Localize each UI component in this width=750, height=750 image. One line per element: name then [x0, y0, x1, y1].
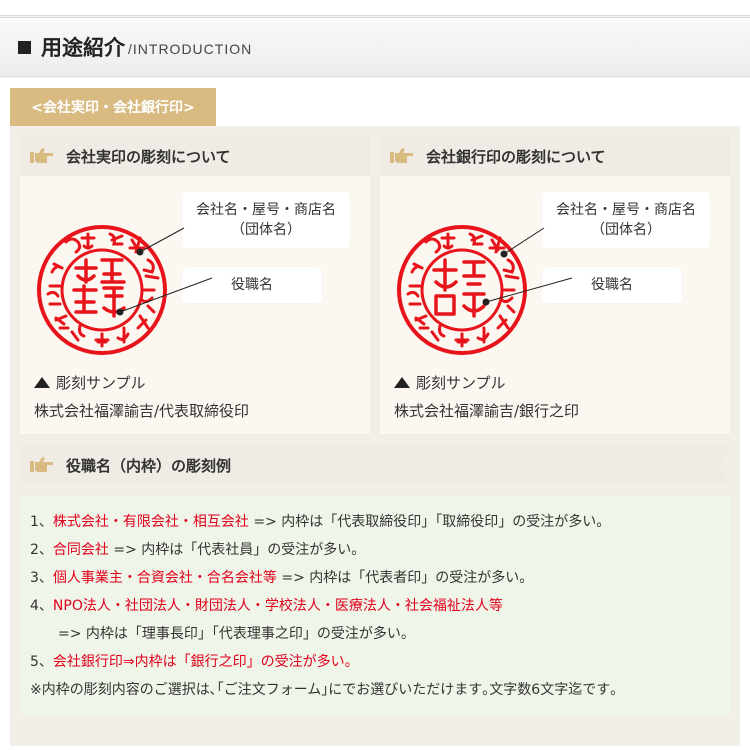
callout-position-title: 役職名: [542, 267, 682, 303]
callout-company-name: 会社名・屋号・商店名 （団体名）: [542, 192, 710, 248]
list-text: => 内枠は「代表取締役印」「取締役印」の受注が多い。: [248, 514, 611, 530]
section-heading-inner-frame: 役職名（内枠）の彫刻例: [20, 446, 730, 484]
pointing-hand-icon: [30, 457, 53, 472]
list-item-continuation: => 内枠は「理事長印」「代表理事之印」の受注が多い。: [58, 626, 415, 642]
list-number: 1、: [30, 514, 53, 530]
list-number: 3、: [30, 570, 53, 586]
list-number: 5、: [30, 654, 53, 670]
tab-company-seal[interactable]: <会社実印・会社銀行印>: [10, 88, 216, 126]
card-company-seal: 会社実印の彫刻について 会社名・屋号・商店名 （団体名） 役職名 彫刻サンプル …: [20, 136, 370, 434]
pointing-hand-icon: [30, 148, 53, 163]
pointing-hand-icon: [390, 148, 413, 163]
list-number: 4、: [30, 598, 53, 614]
list-item: 3、個人事業主・合資会社・合名会社等 => 内枠は「代表者印」の受注が多い。: [30, 564, 730, 592]
content-area: <会社実印・会社銀行印> 会社実印の彫刻について 会社名・屋号・商店名 （団体名…: [0, 78, 750, 750]
sample-label-text: 彫刻サンプル: [416, 374, 506, 392]
highlight-text: 株式会社・有限会社・相互会社: [52, 514, 249, 530]
sample-label: 彫刻サンプル: [394, 372, 506, 393]
highlight-text: 会社銀行印⇒内枠は「銀行之印」の受注が多い。: [52, 654, 359, 670]
card-title: 会社銀行印の彫刻について: [426, 147, 606, 166]
engraving-example-list: 1、株式会社・有限会社・相互会社 => 内枠は「代表取締役印」「取締役印」の受注…: [20, 496, 730, 714]
callout-text: （団体名）: [231, 222, 301, 238]
card-bank-seal: 会社銀行印の彫刻について 会社名・屋号・商店名 （団体名） 役職名 彫刻サンプル…: [380, 136, 730, 434]
list-text: => 内枠は「代表社員」の受注が多い。: [108, 542, 366, 558]
seal-sample-image: [37, 225, 167, 355]
list-item: 2、合同会社 => 内枠は「代表社員」の受注が多い。: [30, 536, 730, 564]
card-header: 会社実印の彫刻について: [20, 136, 370, 176]
card-header: 会社銀行印の彫刻について: [380, 136, 730, 176]
callout-company-name: 会社名・屋号・商店名 （団体名）: [182, 192, 350, 248]
list-number: 2、: [30, 542, 53, 558]
sample-caption: 株式会社福澤諭吉/代表取締役印: [34, 402, 250, 420]
highlight-text: 合同会社: [52, 542, 109, 558]
callout-position-title: 役職名: [182, 267, 322, 303]
list-text: => 内枠は「代表者印」の受注が多い。: [276, 570, 534, 586]
sample-label-text: 彫刻サンプル: [56, 374, 146, 392]
page-subtitle: /INTRODUCTION: [128, 41, 253, 57]
callout-text: （団体名）: [591, 222, 661, 238]
list-item: 5、会社銀行印⇒内枠は「銀行之印」の受注が多い。: [30, 648, 730, 676]
top-strip: [0, 0, 750, 16]
triangle-up-icon: [394, 377, 410, 388]
callout-text: 会社名・屋号・商店名: [196, 202, 336, 218]
list-item: 1、株式会社・有限会社・相互会社 => 内枠は「代表取締役印」「取締役印」の受注…: [30, 508, 730, 536]
seal-sample-image: [397, 225, 527, 355]
tab-panel: 会社実印の彫刻について 会社名・屋号・商店名 （団体名） 役職名 彫刻サンプル …: [10, 126, 740, 746]
highlight-text: NPO法人・社団法人・財団法人・学校法人・医療法人・社会福祉法人等: [52, 598, 503, 614]
note-text: ※内枠の彫刻内容のご選択は､｢ご注文フォーム｣にでお選びいただけます｡文字数6文…: [30, 682, 618, 698]
page-title: 用途紹介: [41, 35, 125, 60]
section-title: 役職名（内枠）の彫刻例: [66, 456, 232, 475]
square-icon: [18, 40, 31, 54]
card-title: 会社実印の彫刻について: [66, 147, 231, 166]
section-header: 用途紹介 /INTRODUCTION: [0, 17, 750, 77]
highlight-text: 個人事業主・合資会社・合名会社等: [52, 570, 277, 586]
list-item: 4、NPO法人・社団法人・財団法人・学校法人・医療法人・社会福祉法人等: [30, 592, 730, 620]
callout-text: 会社名・屋号・商店名: [556, 202, 696, 218]
triangle-up-icon: [34, 377, 50, 388]
sample-label: 彫刻サンプル: [34, 372, 146, 393]
sample-caption: 株式会社福澤諭吉/銀行之印: [394, 402, 580, 420]
